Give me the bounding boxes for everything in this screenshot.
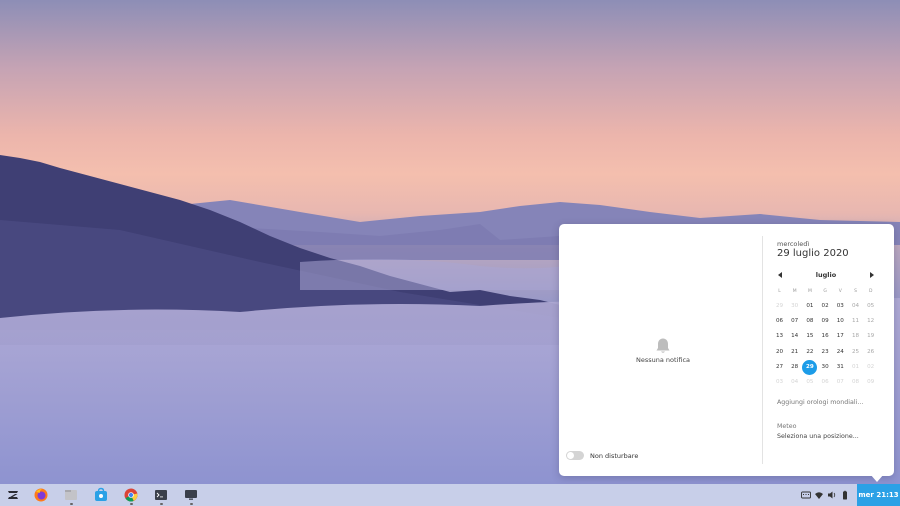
calendar-day[interactable]: 01 (802, 299, 817, 314)
running-indicator (190, 503, 193, 505)
weekday-header: D (868, 289, 873, 294)
calendar-day[interactable]: 04 (787, 375, 802, 390)
weekday-header: V (838, 289, 842, 294)
screen-icon[interactable] (183, 487, 199, 503)
calendar-day[interactable]: 07 (833, 375, 848, 390)
running-indicator (160, 503, 163, 505)
weather-heading: Meteo (777, 423, 797, 430)
calendar-day[interactable]: 23 (818, 345, 833, 360)
running-indicator (130, 503, 133, 505)
calendar-day[interactable]: 08 (848, 375, 863, 390)
bell-icon (656, 338, 670, 353)
battery-icon[interactable] (840, 490, 850, 500)
calendar-day[interactable]: 31 (833, 360, 848, 375)
select-location-link[interactable]: Seleziona una posizione... (777, 433, 859, 440)
calendar-day[interactable]: 28 (787, 360, 802, 375)
volume-icon[interactable] (827, 490, 837, 500)
calendar-day[interactable]: 04 (848, 299, 863, 314)
calendar-day[interactable]: 18 (848, 329, 863, 344)
calendar-day[interactable]: 25 (848, 345, 863, 360)
calendar-day[interactable]: 15 (802, 329, 817, 344)
weekday-header: S (854, 289, 857, 294)
pane-divider (762, 236, 763, 464)
calendar-day[interactable]: 24 (833, 345, 848, 360)
calendar-day[interactable]: 29 (772, 299, 787, 314)
full-date-label[interactable]: 29 luglio 2020 (777, 248, 849, 259)
calendar-day[interactable]: 05 (802, 375, 817, 390)
calendar-day[interactable]: 09 (818, 314, 833, 329)
calendar-day[interactable]: 02 (818, 299, 833, 314)
calendar-pane: mercoledì 29 luglio 2020 luglio L M M G V S D 2… (769, 224, 894, 476)
do-not-disturb-label: Non disturbare (590, 452, 639, 460)
add-world-clocks-link[interactable]: Aggiungi orologi mondiali... (777, 399, 863, 406)
calendar-day[interactable]: 30 (818, 360, 833, 375)
firefox-icon[interactable] (33, 487, 49, 503)
calendar-day[interactable]: 19 (863, 329, 878, 344)
weekday-header: M (792, 289, 797, 294)
calendar-day[interactable]: 03 (772, 375, 787, 390)
calendar-day[interactable]: 22 (802, 345, 817, 360)
notification-pane: Nessuna notifica Non disturbare (559, 224, 762, 476)
wifi-icon[interactable] (814, 490, 824, 500)
calendar-day[interactable]: 16 (818, 329, 833, 344)
zorin-menu-icon[interactable] (5, 487, 21, 503)
calendar-day[interactable]: 10 (833, 314, 848, 329)
weekday-header: L (778, 289, 781, 294)
calendar-day[interactable]: 20 (772, 345, 787, 360)
weekday-header: M (807, 289, 812, 294)
calendar-day[interactable]: 03 (833, 299, 848, 314)
calendar-day-today[interactable]: 29 (802, 359, 818, 375)
keyboard-layout-icon[interactable] (801, 490, 811, 500)
calendar-day[interactable]: 09 (863, 375, 878, 390)
running-indicator (70, 503, 73, 505)
calendar-day[interactable]: 06 (818, 375, 833, 390)
terminal-icon[interactable] (153, 487, 169, 503)
calendar-day[interactable]: 07 (787, 314, 802, 329)
calendar-day[interactable]: 06 (772, 314, 787, 329)
taskbar: mer 21:13 (0, 484, 900, 506)
month-label: luglio (815, 271, 837, 279)
calendar-day[interactable]: 14 (787, 329, 802, 344)
calendar-day[interactable]: 01 (848, 360, 863, 375)
calendar-day[interactable]: 13 (772, 329, 787, 344)
calendar-day[interactable]: 26 (863, 345, 878, 360)
clock-button[interactable]: mer 21:13 (857, 484, 900, 506)
calendar-day[interactable]: 08 (802, 314, 817, 329)
calendar-day[interactable]: 30 (787, 299, 802, 314)
popup-pointer (870, 474, 884, 482)
no-notifications-text: Nessuna notifica (635, 356, 691, 364)
calendar-day[interactable]: 12 (863, 314, 878, 329)
files-icon[interactable] (63, 487, 79, 503)
next-month-button[interactable] (867, 270, 877, 280)
weekday-header: G (823, 289, 827, 294)
calendar-day[interactable]: 11 (848, 314, 863, 329)
do-not-disturb-toggle[interactable] (566, 451, 584, 460)
software-store-icon[interactable] (93, 487, 109, 503)
calendar-day[interactable]: 21 (787, 345, 802, 360)
chrome-icon[interactable] (123, 487, 139, 503)
calendar-day[interactable]: 02 (863, 360, 878, 375)
weekday-label[interactable]: mercoledì (777, 240, 809, 248)
calendar-day[interactable]: 17 (833, 329, 848, 344)
calendar-day[interactable]: 27 (772, 360, 787, 375)
notification-calendar-popup: Nessuna notifica Non disturbare mercoled… (559, 224, 894, 476)
calendar-day[interactable]: 05 (863, 299, 878, 314)
